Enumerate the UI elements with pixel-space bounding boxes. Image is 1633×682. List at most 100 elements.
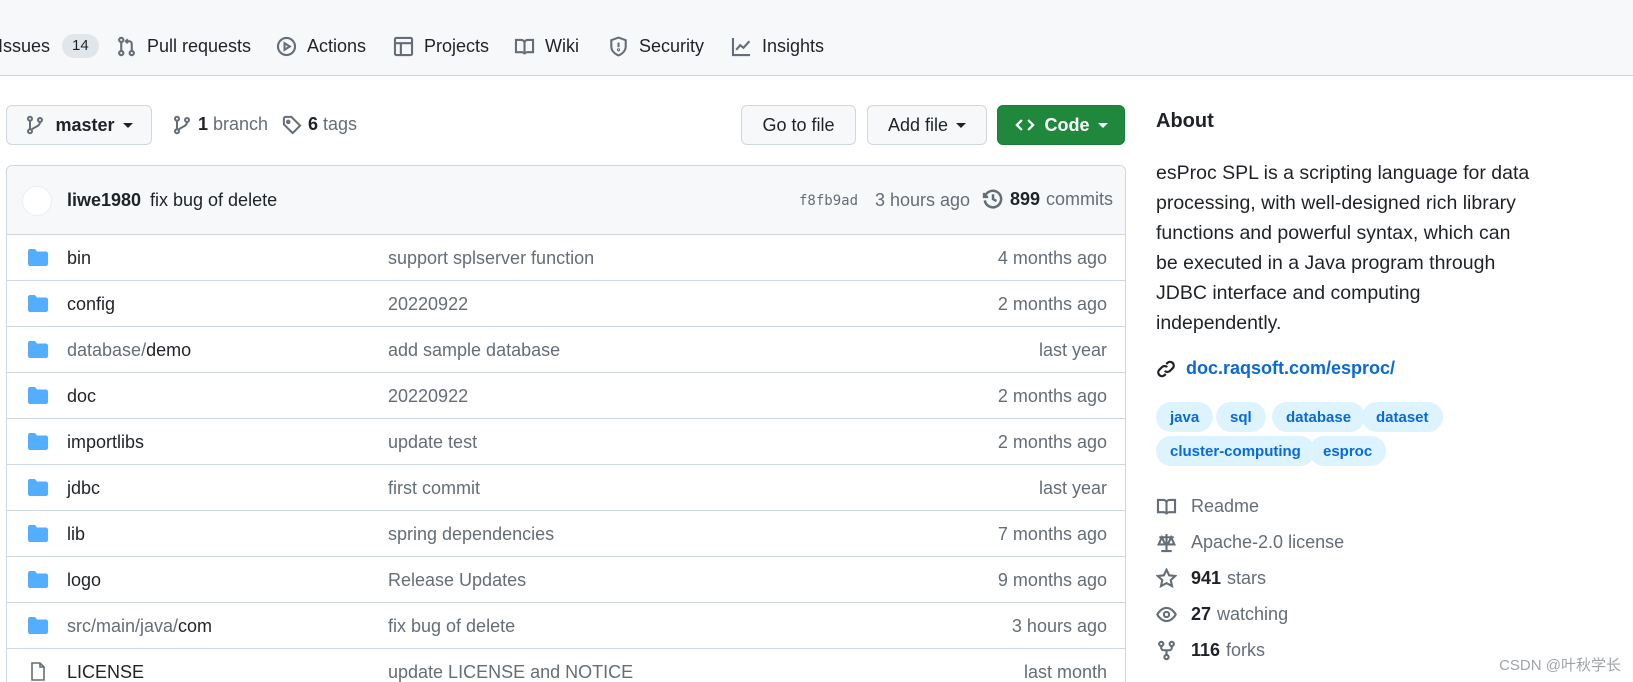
table-row: importlibs update test 2 months ago — [7, 419, 1125, 465]
file-name-link[interactable]: logo — [67, 570, 101, 591]
code-button-label: Code — [1044, 114, 1090, 135]
file-name-link[interactable]: LICENSE — [67, 662, 144, 682]
file-table: liwe1980 fix bug of delete f8fb9ad 3 hou… — [6, 165, 1126, 682]
issues-count-badge: 14 — [62, 34, 99, 58]
readme-link[interactable]: Readme — [1156, 496, 1259, 517]
table-row: LICENSE update LICENSE and NOTICE last mon… — [7, 649, 1125, 682]
code-button[interactable]: Code — [997, 105, 1125, 145]
file-name: logo — [67, 570, 102, 590]
about-heading: About — [1156, 110, 1214, 132]
topic-tag[interactable]: dataset — [1362, 402, 1443, 432]
tab-security[interactable]: Security — [608, 32, 704, 60]
shield-icon — [610, 35, 627, 57]
table-row: src/main/java/com fix bug of delete 3 hour… — [7, 603, 1125, 649]
file-path-prefix: database/ — [67, 340, 147, 360]
watchers-link[interactable]: 27 watching — [1156, 604, 1288, 625]
file-name: bin — [67, 248, 92, 268]
tab-projects[interactable]: Projects — [393, 32, 489, 60]
table-row: database/demo add sample database last yea… — [7, 327, 1125, 373]
file-commit-message-link[interactable]: 20220922 — [388, 386, 468, 407]
commit-sha-link[interactable]: f8fb9ad — [799, 193, 858, 209]
code-brackets-icon — [1014, 119, 1035, 131]
topic-tag[interactable]: database — [1272, 402, 1366, 432]
tab-pull-requests-label: Pull requests — [147, 35, 252, 56]
tab-wiki[interactable]: Wiki — [514, 32, 579, 60]
file-name-link[interactable]: doc — [67, 386, 96, 407]
file-name-link[interactable]: config — [67, 294, 115, 315]
homepage-link[interactable]: doc.raqsoft.com/esproc/ — [1156, 358, 1395, 379]
file-name: importlibs — [67, 432, 145, 452]
file-name: config — [67, 294, 116, 314]
file-name-link[interactable]: database/demo — [67, 340, 191, 361]
table-row: lib spring dependencies 7 months ago — [7, 511, 1125, 557]
topic-tag[interactable]: sql — [1216, 402, 1266, 432]
tab-insights[interactable]: Insights — [731, 32, 824, 60]
file-name-link[interactable]: src/main/java/com — [67, 616, 212, 637]
tab-actions[interactable]: Actions — [276, 32, 366, 60]
file-commit-message-link[interactable]: add sample database — [388, 340, 560, 361]
tab-issues[interactable]: Issues 14 — [0, 32, 99, 60]
file-commit-time: 7 months ago — [997, 524, 1107, 544]
folder-icon — [28, 433, 48, 450]
commit-message-link[interactable]: fix bug of delete — [150, 190, 277, 211]
file-commit-time: 2 months ago — [997, 432, 1107, 452]
file-commit-message-link[interactable]: update LICENSE and NOTICE — [388, 662, 633, 682]
folder-icon — [28, 295, 48, 312]
file-commit-message-link[interactable]: 20220922 — [388, 294, 468, 315]
commit-count: 899 — [1010, 188, 1041, 209]
project-table-icon — [393, 36, 414, 56]
topic-tag[interactable]: java — [1156, 402, 1214, 432]
stars-link[interactable]: 941 stars — [1156, 568, 1266, 589]
tab-wiki-label: Wiki — [545, 35, 579, 56]
branch-select-button[interactable]: master — [6, 105, 152, 145]
file-name-link[interactable]: jdbc — [67, 478, 100, 499]
file-name-link[interactable]: importlibs — [67, 432, 144, 453]
file-name-link[interactable]: bin — [67, 248, 91, 269]
go-to-file-button[interactable]: Go to file — [741, 105, 856, 145]
file-commit-message-link[interactable]: first commit — [388, 478, 480, 499]
tags-link[interactable]: 6 tags — [282, 114, 357, 135]
file-commit-message-link[interactable]: fix bug of delete — [388, 616, 515, 637]
commits-link[interactable]: 899 commits — [982, 188, 1113, 210]
tab-issues-label: Issues — [0, 35, 51, 56]
file-commit-time: last month — [1023, 662, 1107, 682]
law-scale-icon — [1156, 533, 1177, 553]
commit-count-label: commits — [1046, 188, 1114, 209]
file-name: com — [178, 616, 213, 636]
file-commit-message-link[interactable]: support splserver function — [388, 248, 594, 269]
file-name: LICENSE — [67, 662, 145, 682]
license-link[interactable]: Apache-2.0 license — [1156, 532, 1344, 553]
topic-tag[interactable]: esproc — [1309, 436, 1387, 466]
play-icon — [276, 36, 297, 56]
folder-icon — [28, 525, 48, 542]
folder-icon — [28, 479, 48, 496]
forks-link[interactable]: 116 forks — [1156, 640, 1265, 661]
folder-icon — [28, 341, 48, 358]
add-file-button[interactable]: Add file — [867, 105, 987, 145]
latest-commit-bar: liwe1980 fix bug of delete f8fb9ad 3 hou… — [7, 166, 1125, 235]
branches-link[interactable]: 1 branch — [172, 114, 268, 135]
graph-icon — [731, 37, 751, 56]
tab-pull-requests[interactable]: Pull requests — [116, 32, 251, 60]
forks-count: 116 — [1191, 640, 1221, 660]
file-commit-message-link[interactable]: spring dependencies — [388, 524, 554, 545]
file-commit-time: last year — [1038, 340, 1107, 360]
tag-icon — [282, 115, 302, 135]
file-commit-message-link[interactable]: update test — [388, 432, 477, 453]
watermark: CSDN @叶秋学长 — [1499, 657, 1621, 674]
file-icon — [31, 662, 45, 681]
tab-actions-label: Actions — [307, 35, 367, 56]
avatar[interactable] — [22, 186, 52, 216]
file-name-link[interactable]: lib — [67, 524, 85, 545]
topic-tag[interactable]: cluster-computing — [1156, 436, 1315, 466]
go-to-file-label: Go to file — [762, 114, 835, 135]
about-description: esProc SPL is a scripting language for d… — [1156, 162, 1530, 334]
history-icon — [982, 189, 1003, 209]
file-path-prefix: src/main/java/ — [67, 616, 179, 636]
file-commit-message-link[interactable]: Release Updates — [388, 570, 526, 591]
file-commit-time: 4 months ago — [997, 248, 1107, 268]
readme-label: Readme — [1191, 496, 1260, 516]
commit-author-link[interactable]: liwe1980 — [67, 190, 141, 211]
file-commit-time: 3 hours ago — [1011, 616, 1107, 636]
tag-label: tags — [323, 114, 358, 134]
